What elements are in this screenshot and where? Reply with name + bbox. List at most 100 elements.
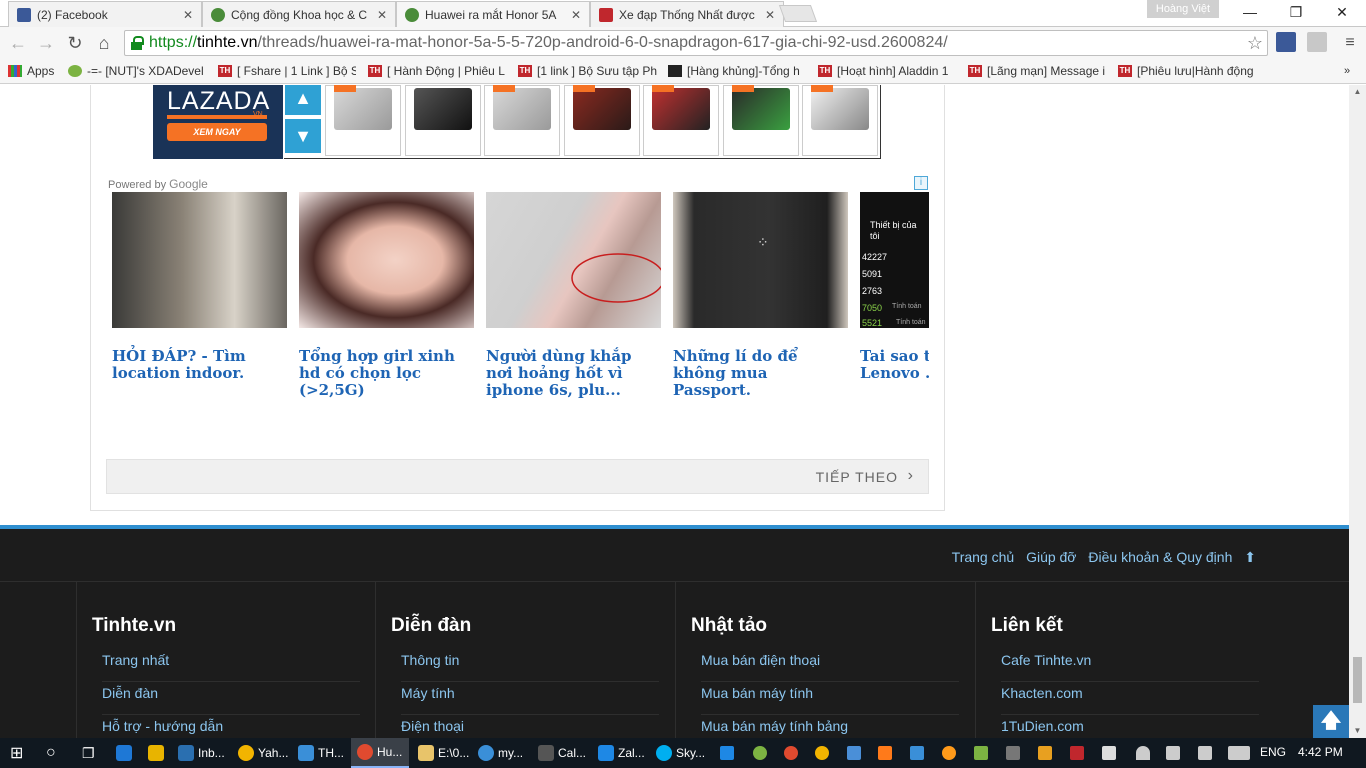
footer-link[interactable]: Mua bán máy tính: [701, 682, 959, 715]
tray-yahoo-icon[interactable]: [815, 746, 829, 760]
taskbar-app[interactable]: Inb...: [172, 738, 232, 768]
tray-app-icon[interactable]: [1070, 746, 1084, 760]
tray-app-icon[interactable]: [847, 746, 861, 760]
new-tab-button[interactable]: [778, 5, 818, 22]
product-item[interactable]: [405, 85, 481, 156]
volume-icon[interactable]: [1166, 746, 1180, 760]
tray-app-icon[interactable]: [910, 746, 924, 760]
footer-link[interactable]: Mua bán máy tính bảng: [701, 715, 959, 738]
taskbar-app[interactable]: Cal...: [532, 738, 590, 768]
footer-link[interactable]: Mua bán điện thoại: [701, 649, 959, 682]
taskbar-app[interactable]: Yah...: [232, 738, 292, 768]
bookmark-item[interactable]: TH [1 link ] Bộ Sưu tập Ph: [518, 62, 658, 80]
close-tab-icon[interactable]: ✕: [761, 8, 779, 22]
tray-app-icon[interactable]: [1006, 746, 1020, 760]
lazada-banner[interactable]: LAZADA .VN XEM NGAY: [153, 85, 283, 159]
taskbar-app[interactable]: E:\0...: [412, 738, 470, 768]
ad-item[interactable]: Tổng hợp girl xinh hd có chọn lọc (>2,5G…: [299, 192, 474, 399]
ad-item[interactable]: Người dùng khắp nơi hoảng hốt vì iphone …: [486, 192, 661, 399]
tab-xedap[interactable]: Xe đạp Thống Nhất được ✕: [590, 1, 784, 27]
notification-icon[interactable]: [1198, 746, 1212, 760]
tray-app-icon[interactable]: [1102, 746, 1116, 760]
taskbar-app[interactable]: Zal...: [592, 738, 650, 768]
product-item[interactable]: [643, 85, 719, 156]
keyboard-icon[interactable]: [1228, 746, 1250, 760]
taskbar-app-chrome[interactable]: Hu...: [351, 738, 409, 768]
tray-app-icon[interactable]: [942, 746, 956, 760]
footer-link[interactable]: 1TuDien.com: [1001, 715, 1259, 738]
tab-huawei[interactable]: Huawei ra mắt Honor 5A ✕: [396, 1, 590, 28]
footer-link[interactable]: Diễn đàn: [102, 682, 360, 715]
ad-item[interactable]: ⁘ Những lí do để không mua Passport.: [673, 192, 848, 399]
footer-link[interactable]: Máy tính: [401, 682, 659, 715]
extension-icon[interactable]: [1307, 32, 1327, 52]
security-icon[interactable]: [142, 738, 172, 768]
tab-khoahoc[interactable]: Cộng đồng Khoa học & C ✕: [202, 1, 396, 27]
reload-icon[interactable]: ↻: [63, 31, 87, 55]
bookmark-item[interactable]: TH [Phiêu lưu|Hành động: [1118, 62, 1256, 80]
bookmark-star-icon[interactable]: ☆: [1247, 31, 1263, 55]
address-bar[interactable]: https://tinhte.vn/threads/huawei-ra-mat-…: [124, 30, 1268, 56]
minimize-button[interactable]: —: [1227, 0, 1273, 26]
bookmark-item[interactable]: -=- [NUT]'s XDADevel: [68, 62, 208, 80]
scrollbar-thumb[interactable]: [1353, 657, 1362, 703]
task-view-icon[interactable]: ❐: [76, 738, 106, 768]
footer-link[interactable]: Cafe Tinhte.vn: [1001, 649, 1259, 682]
bookmark-item[interactable]: TH [ Fshare | 1 Link ] Bộ S: [218, 62, 356, 80]
language-indicator[interactable]: ENG: [1260, 745, 1286, 759]
ad-headline[interactable]: HỎI ĐÁP? - Tìm location indoor.: [112, 348, 287, 382]
product-item[interactable]: [564, 85, 640, 156]
footer-link-terms[interactable]: Điều khoản & Quy định: [1088, 549, 1232, 565]
back-to-top-button[interactable]: 🡅: [1313, 705, 1349, 738]
next-button[interactable]: TIẾP THEO ›: [106, 459, 929, 494]
bookmark-item[interactable]: TH [Hoạt hình] Aladdin 1: [818, 62, 956, 80]
facebook-extension-icon[interactable]: [1276, 32, 1296, 52]
profile-button[interactable]: Hoàng Việt: [1147, 0, 1219, 18]
taskbar-app[interactable]: my...: [472, 738, 530, 768]
search-icon[interactable]: ○: [40, 738, 70, 768]
start-icon[interactable]: ⊞: [4, 738, 38, 768]
scroll-down-icon[interactable]: ▼: [1349, 724, 1366, 738]
footer-link-help[interactable]: Giúp đỡ: [1026, 549, 1076, 565]
bookmark-item[interactable]: TH [Lãng mạn] Message i: [968, 62, 1106, 80]
close-tab-icon[interactable]: ✕: [567, 8, 585, 22]
wifi-icon[interactable]: [1136, 746, 1150, 760]
menu-icon[interactable]: ≡: [1338, 31, 1362, 55]
tray-app-icon[interactable]: [753, 746, 767, 760]
restore-button[interactable]: ❐: [1273, 0, 1319, 26]
ad-item[interactable]: Thiết bị của tôi 42227 5091 2763 7050 55…: [860, 192, 929, 382]
tab-facebook[interactable]: (2) Facebook ✕: [8, 1, 202, 27]
bookmark-apps[interactable]: Apps: [8, 62, 60, 80]
scroll-up-icon[interactable]: ▲: [1349, 85, 1366, 99]
taskbar-app[interactable]: TH...: [292, 738, 350, 768]
forward-icon[interactable]: →: [34, 31, 58, 55]
footer-link[interactable]: Khacten.com: [1001, 682, 1259, 715]
footer-link[interactable]: Thông tin: [401, 649, 659, 682]
bookmark-item[interactable]: TH [ Hành Động | Phiêu L: [368, 62, 508, 80]
edge-icon[interactable]: [110, 738, 140, 768]
tray-app-icon[interactable]: [974, 746, 988, 760]
footer-link[interactable]: Trang nhất: [102, 649, 360, 682]
product-item[interactable]: [802, 85, 878, 156]
ad-headline[interactable]: Tổng hợp girl xinh hd có chọn lọc (>2,5G…: [299, 348, 474, 399]
ad-info-icon[interactable]: i: [914, 176, 928, 190]
clock[interactable]: 4:42 PM: [1298, 745, 1343, 759]
page-scrollbar[interactable]: ▲ ▼: [1349, 85, 1366, 738]
back-icon[interactable]: ←: [6, 31, 30, 55]
ad-headline[interactable]: Người dùng khắp nơi hoảng hốt vì iphone …: [486, 348, 661, 399]
tray-app-icon[interactable]: [1038, 746, 1052, 760]
ad-item[interactable]: HỎI ĐÁP? - Tìm location indoor.: [112, 192, 287, 382]
close-window-button[interactable]: ✕: [1319, 0, 1365, 26]
arrow-up-icon[interactable]: ⬆: [1244, 549, 1256, 565]
close-tab-icon[interactable]: ✕: [373, 8, 391, 22]
taskbar-app[interactable]: Sky...: [650, 738, 708, 768]
ad-headline[interactable]: Những lí do để không mua Passport.: [673, 348, 848, 399]
product-item[interactable]: [484, 85, 560, 156]
ad-headline[interactable]: Tai sao t Honor 4c Lenovo .: [860, 348, 929, 382]
bookmark-item[interactable]: [Hàng khủng]-Tổng h: [668, 62, 806, 80]
product-item[interactable]: [723, 85, 799, 156]
tray-zalo-icon[interactable]: [720, 746, 734, 760]
tray-app-icon[interactable]: [878, 746, 892, 760]
shop-now-button[interactable]: XEM NGAY: [167, 123, 267, 141]
footer-link[interactable]: Hỗ trợ - hướng dẫn: [102, 715, 360, 738]
